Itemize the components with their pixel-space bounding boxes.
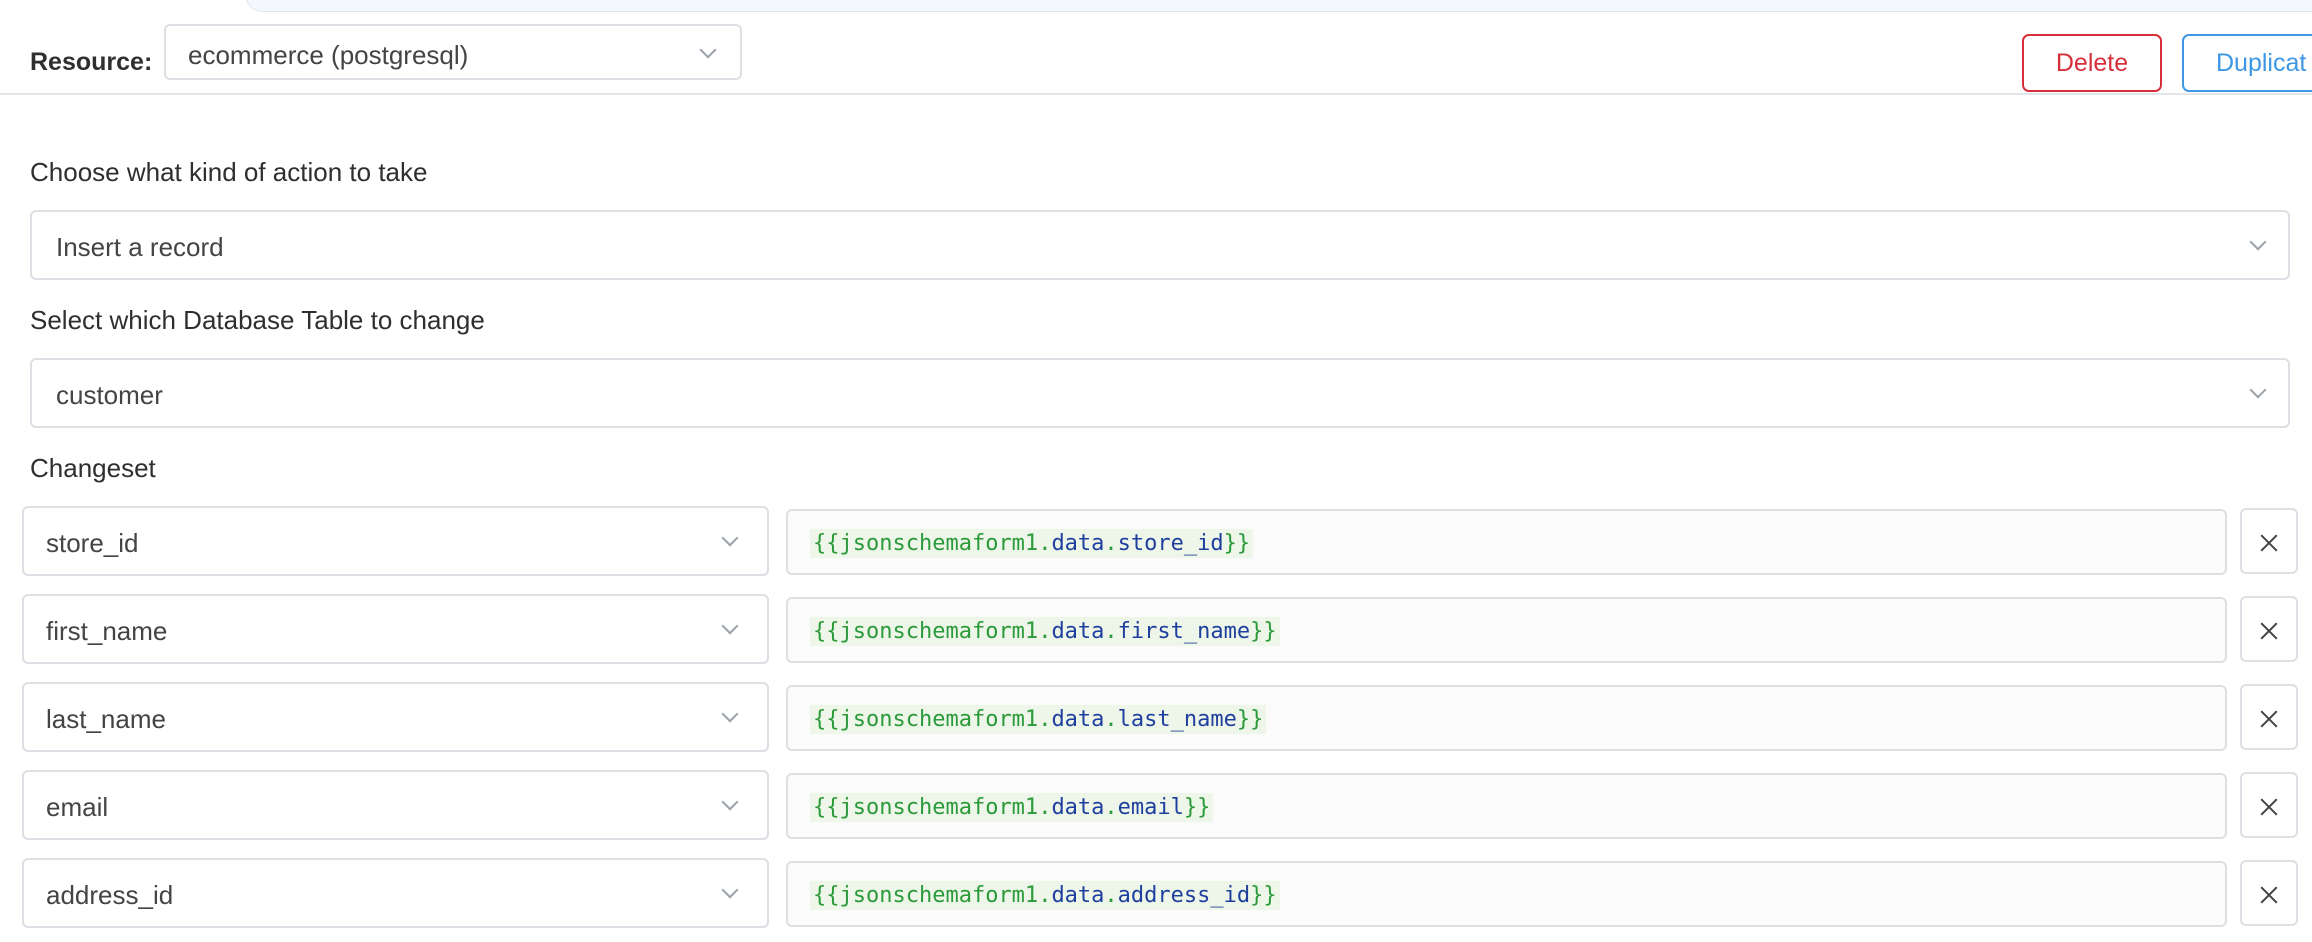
table-select-value: customer — [56, 380, 163, 410]
code-dot: . — [1104, 619, 1118, 644]
code-brace-open: {{ — [813, 619, 840, 644]
chevron-down-icon — [721, 617, 739, 635]
changeset-row: last_name {{jsonschemaform1.data.last_na… — [0, 682, 2312, 754]
value-code-input[interactable]: {{jsonschemaform1.data.email}} — [786, 773, 2227, 839]
chevron-down-icon — [721, 793, 739, 811]
changeset-label: Changeset — [30, 453, 156, 483]
code-object: jsonschemaform1 — [839, 619, 1039, 644]
resource-select[interactable]: ecommerce (postgresql) — [164, 24, 742, 80]
action-type-select[interactable]: Insert a record — [30, 210, 2290, 280]
close-icon — [2260, 622, 2278, 640]
code-expression: {{jsonschemaform1.data.address_id}} — [810, 881, 1280, 910]
code-property: store_id — [1117, 531, 1224, 556]
code-expression: {{jsonschemaform1.data.first_name}} — [810, 617, 1280, 646]
code-data: data — [1051, 707, 1105, 732]
code-brace-open: {{ — [813, 707, 840, 732]
code-data: data — [1051, 883, 1105, 908]
chevron-down-icon — [721, 881, 739, 899]
field-select-value: store_id — [46, 528, 139, 558]
close-icon — [2260, 710, 2278, 728]
field-select[interactable]: email — [22, 770, 769, 840]
value-code-input[interactable]: {{jsonschemaform1.data.address_id}} — [786, 861, 2227, 927]
code-brace-open: {{ — [813, 531, 840, 556]
code-data: data — [1051, 531, 1105, 556]
code-object: jsonschemaform1 — [839, 707, 1039, 732]
duplicate-button[interactable]: Duplicat — [2182, 34, 2312, 92]
code-dot: . — [1104, 883, 1118, 908]
code-property: address_id — [1117, 883, 1251, 908]
table-label: Select which Database Table to change — [30, 305, 485, 335]
chevron-down-icon — [2249, 381, 2267, 399]
code-dot: . — [1104, 795, 1118, 820]
field-select[interactable]: address_id — [22, 858, 769, 928]
changeset-row: email {{jsonschemaform1.data.email}} — [0, 770, 2312, 842]
code-object: jsonschemaform1 — [839, 531, 1039, 556]
value-code-input[interactable]: {{jsonschemaform1.data.first_name}} — [786, 597, 2227, 663]
code-dot: . — [1038, 883, 1052, 908]
changeset-row: address_id {{jsonschemaform1.data.addres… — [0, 858, 2312, 930]
remove-row-button[interactable] — [2240, 772, 2298, 838]
field-select-value: address_id — [46, 880, 174, 910]
code-data: data — [1051, 619, 1105, 644]
field-select[interactable]: store_id — [22, 506, 769, 576]
code-property: first_name — [1117, 619, 1251, 644]
chevron-down-icon — [721, 529, 739, 547]
code-brace-open: {{ — [813, 883, 840, 908]
code-dot: . — [1038, 707, 1052, 732]
field-select-value: last_name — [46, 704, 166, 734]
remove-row-button[interactable] — [2240, 860, 2298, 926]
chevron-down-icon — [721, 705, 739, 723]
code-dot: . — [1038, 619, 1052, 644]
code-dot: . — [1104, 707, 1118, 732]
code-data: data — [1051, 795, 1105, 820]
close-icon — [2260, 886, 2278, 904]
remove-row-button[interactable] — [2240, 508, 2298, 574]
remove-row-button[interactable] — [2240, 684, 2298, 750]
value-code-input[interactable]: {{jsonschemaform1.data.last_name}} — [786, 685, 2227, 751]
code-brace-close: }} — [1250, 883, 1277, 908]
changeset-row: first_name {{jsonschemaform1.data.first_… — [0, 594, 2312, 666]
table-select[interactable]: customer — [30, 358, 2290, 428]
code-brace-close: }} — [1183, 795, 1211, 820]
action-type-value: Insert a record — [56, 232, 224, 262]
code-object: jsonschemaform1 — [839, 883, 1039, 908]
code-brace-close: }} — [1236, 707, 1264, 732]
delete-button[interactable]: Delete — [2022, 34, 2162, 92]
close-icon — [2260, 798, 2278, 816]
code-expression: {{jsonschemaform1.data.store_id}} — [810, 529, 1254, 558]
resource-bar: Resource: ecommerce (postgresql) Delete … — [0, 10, 2312, 95]
code-brace-open: {{ — [813, 795, 840, 820]
code-brace-close: }} — [1223, 531, 1251, 556]
code-property: last_name — [1117, 707, 1237, 732]
resource-label: Resource: — [30, 48, 153, 76]
field-select-value: email — [46, 792, 109, 822]
code-property: email — [1117, 795, 1184, 820]
action-type-label: Choose what kind of action to take — [30, 157, 428, 187]
code-expression: {{jsonschemaform1.data.last_name}} — [810, 705, 1267, 734]
field-select-value: first_name — [46, 616, 168, 646]
code-expression: {{jsonschemaform1.data.email}} — [810, 793, 1214, 822]
code-object: jsonschemaform1 — [839, 795, 1039, 820]
chevron-down-icon — [699, 41, 717, 59]
resource-select-value: ecommerce (postgresql) — [188, 40, 469, 70]
chevron-down-icon — [2249, 233, 2267, 251]
changeset-row: store_id {{jsonschemaform1.data.store_id… — [0, 506, 2312, 578]
remove-row-button[interactable] — [2240, 596, 2298, 662]
close-icon — [2260, 534, 2278, 552]
code-dot: . — [1038, 795, 1052, 820]
field-select[interactable]: last_name — [22, 682, 769, 752]
code-dot: . — [1104, 531, 1118, 556]
code-brace-close: }} — [1250, 619, 1277, 644]
value-code-input[interactable]: {{jsonschemaform1.data.store_id}} — [786, 509, 2227, 575]
code-dot: . — [1038, 531, 1052, 556]
field-select[interactable]: first_name — [22, 594, 769, 664]
